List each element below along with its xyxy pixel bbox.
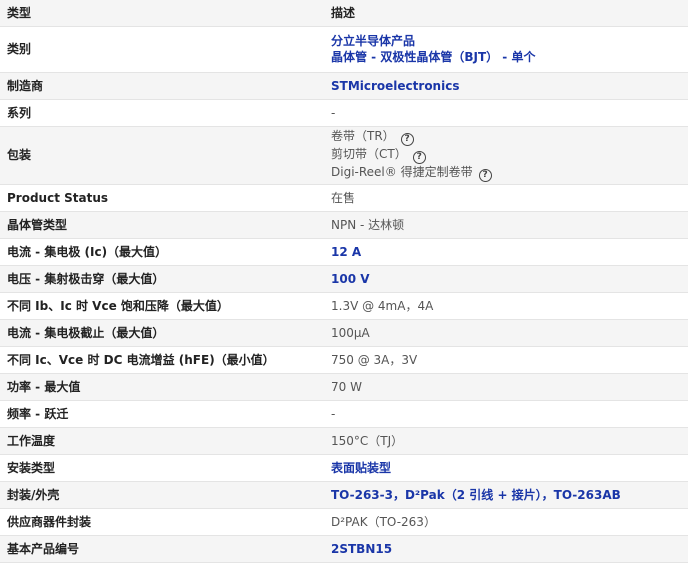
row-label-category: 类别 (0, 26, 324, 73)
table-header-row: 类型 描述 (0, 0, 688, 27)
table-row: 电流 - 集电极 (Ic)（最大值） 12 A (0, 238, 688, 266)
row-label-package-case: 封装/外壳 (0, 481, 324, 509)
table-row: 电流 - 集电极截止（最大值） 100µA (0, 319, 688, 347)
row-label-ic-max: 电流 - 集电极 (Ic)（最大值） (0, 238, 324, 266)
row-label-transistor-type: 晶体管类型 (0, 211, 324, 239)
question-circle-icon[interactable]: ? (478, 169, 492, 182)
table-row: 频率 - 跃迁 - (0, 400, 688, 428)
row-label-hfe: 不同 Ic、Vce 时 DC 电流增益 (hFE)（最小值） (0, 346, 324, 374)
table-row: 不同 Ic、Vce 时 DC 电流增益 (hFE)（最小值） 750 @ 3A，… (0, 346, 688, 374)
table-row: 基本产品编号 2STBN15 (0, 535, 688, 563)
package-case-link[interactable]: TO-263-3，D²Pak（2 引线 + 接片），TO-263AB (331, 488, 621, 502)
table-row: 类别 分立半导体产品 晶体管 - 双极性晶体管（BJT） - 单个 (0, 26, 688, 73)
table-row: 供应商器件封装 D²PAK（TO-263） (0, 508, 688, 536)
question-circle-icon[interactable]: ? (400, 133, 414, 146)
row-value-vce-sat: 1.3V @ 4mA，4A (324, 292, 688, 320)
category-link-discrete[interactable]: 分立半导体产品 (331, 34, 415, 48)
mount-type-link[interactable]: 表面贴装型 (331, 461, 391, 475)
vce-breakdown-link[interactable]: 100 V (331, 272, 370, 286)
row-label-power-max: 功率 - 最大值 (0, 373, 324, 401)
row-value-product-status: 在售 (324, 184, 688, 212)
row-label-mount-type: 安装类型 (0, 454, 324, 482)
row-value-op-temp: 150°C（TJ） (324, 427, 688, 455)
row-value-hfe: 750 @ 3A，3V (324, 346, 688, 374)
row-value-series: - (324, 99, 688, 127)
row-value-transistor-type: NPN - 达林顿 (324, 211, 688, 239)
row-label-base-part: 基本产品编号 (0, 535, 324, 563)
table-row: 制造商 STMicroelectronics (0, 72, 688, 100)
table-row: 封装/外壳 TO-263-3，D²Pak（2 引线 + 接片），TO-263AB (0, 481, 688, 509)
table-row: 功率 - 最大值 70 W (0, 373, 688, 401)
row-label-freq-transition: 频率 - 跃迁 (0, 400, 324, 428)
row-label-vce-sat: 不同 Ib、Ic 时 Vce 饱和压降（最大值） (0, 292, 324, 320)
row-label-manufacturer: 制造商 (0, 72, 324, 100)
row-label-supplier-pkg: 供应商器件封装 (0, 508, 324, 536)
header-description: 描述 (324, 0, 688, 27)
ic-max-link[interactable]: 12 A (331, 245, 361, 259)
table-row: 系列 - (0, 99, 688, 127)
table-row: 工作温度 150°C（TJ） (0, 427, 688, 455)
packaging-option-digireel: Digi-Reel® 得捷定制卷带 (331, 165, 473, 179)
table-row: 安装类型 表面贴装型 (0, 454, 688, 482)
packaging-option-tr: 卷带（TR） (331, 129, 395, 143)
row-value-category: 分立半导体产品 晶体管 - 双极性晶体管（BJT） - 单个 (324, 26, 688, 73)
table-row: 晶体管类型 NPN - 达林顿 (0, 211, 688, 239)
header-type: 类型 (0, 0, 324, 27)
packaging-option-ct: 剪切带（CT） (331, 147, 407, 161)
row-label-icbo: 电流 - 集电极截止（最大值） (0, 319, 324, 347)
row-label-series: 系列 (0, 99, 324, 127)
row-label-packaging: 包装 (0, 126, 324, 185)
row-value-supplier-pkg: D²PAK（TO-263） (324, 508, 688, 536)
row-value-icbo: 100µA (324, 319, 688, 347)
table-row: 包装 卷带（TR）? 剪切带（CT）? Digi-Reel® 得捷定制卷带? (0, 126, 688, 185)
row-label-op-temp: 工作温度 (0, 427, 324, 455)
question-circle-icon[interactable]: ? (412, 151, 426, 164)
table-row: Product Status 在售 (0, 184, 688, 212)
row-label-product-status: Product Status (0, 184, 324, 212)
row-value-packaging: 卷带（TR）? 剪切带（CT）? Digi-Reel® 得捷定制卷带? (324, 126, 688, 185)
base-part-link[interactable]: 2STBN15 (331, 542, 392, 556)
product-attributes-table: 类型 描述 类别 分立半导体产品 晶体管 - 双极性晶体管（BJT） - 单个 … (0, 0, 688, 563)
manufacturer-link[interactable]: STMicroelectronics (331, 79, 459, 93)
table-row: 不同 Ib、Ic 时 Vce 饱和压降（最大值） 1.3V @ 4mA，4A (0, 292, 688, 320)
row-label-vce-breakdown: 电压 - 集射极击穿（最大值） (0, 265, 324, 293)
table-row: 电压 - 集射极击穿（最大值） 100 V (0, 265, 688, 293)
row-value-power-max: 70 W (324, 373, 688, 401)
category-link-bjt[interactable]: 晶体管 - 双极性晶体管（BJT） - 单个 (331, 50, 535, 64)
row-value-freq-transition: - (324, 400, 688, 428)
